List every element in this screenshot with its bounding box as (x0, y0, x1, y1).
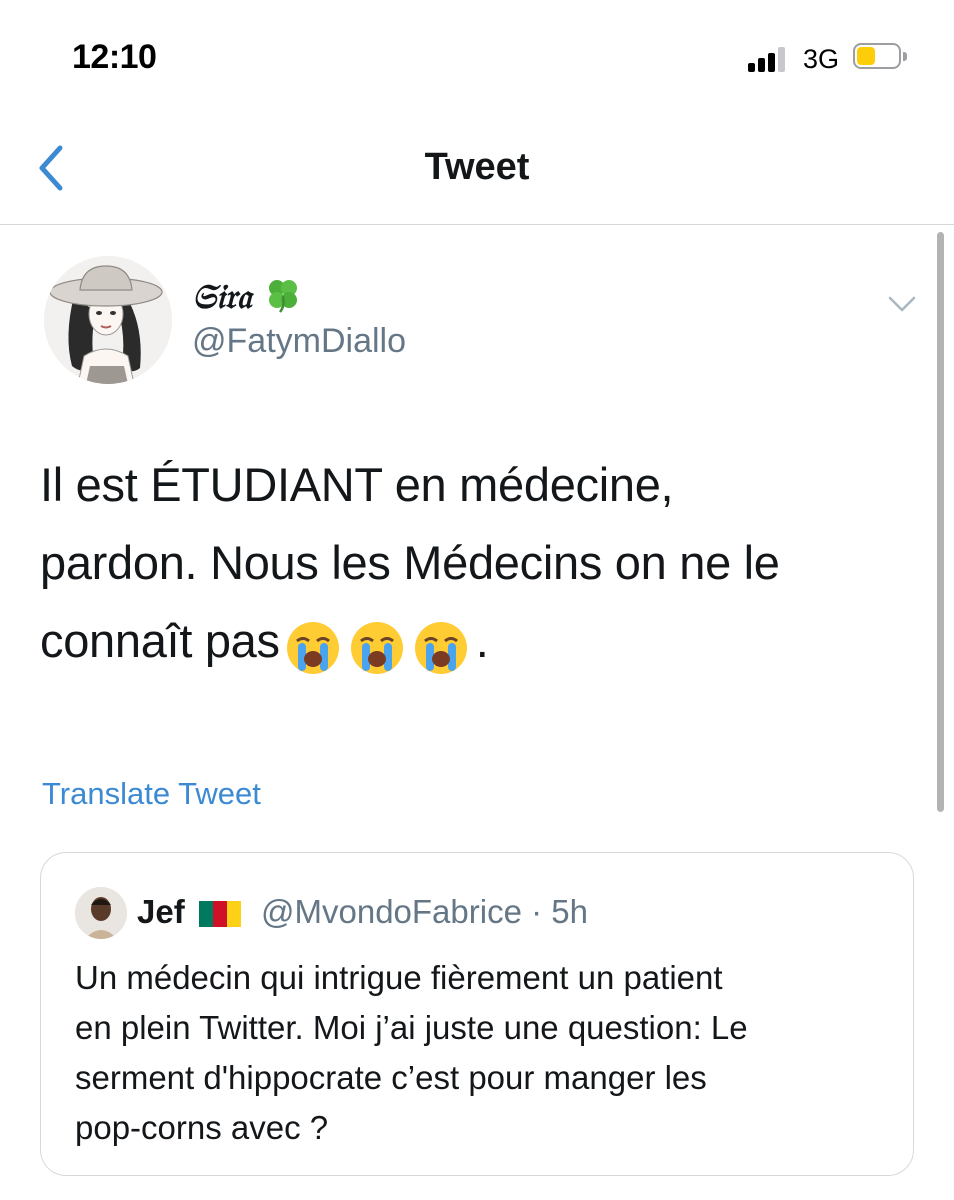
tweet-menu-button[interactable] (884, 288, 920, 318)
quoted-tweet-text: Un médecin qui intrigue fièrement un pat… (75, 953, 885, 1153)
translate-tweet-link[interactable]: Translate Tweet (42, 776, 261, 812)
four-leaf-clover-icon (269, 280, 298, 313)
tweet-text-line-last: connaît pas. (40, 602, 920, 684)
cellular-signal-icon (748, 46, 794, 72)
status-time: 12:10 (72, 38, 157, 76)
emoji-group (284, 606, 476, 684)
avatar-photo (75, 887, 127, 939)
quoted-text-line: en plein Twitter. Moi j’ai juste une que… (75, 1009, 748, 1046)
scrollbar[interactable] (937, 232, 944, 812)
battery-icon (853, 43, 908, 73)
quoted-text-line: serment d'hippocrate c’est pour manger l… (75, 1059, 707, 1096)
tweet-text-line: Il est ÉTUDIANT en médecine, (40, 458, 674, 511)
author-handle[interactable]: @FatymDiallo (192, 322, 406, 361)
tweet-text: Il est ÉTUDIANT en médecine, pardon. Nou… (40, 446, 920, 684)
avatar-illustration (44, 256, 172, 384)
network-type: 3G (803, 44, 840, 74)
nav-divider (0, 224, 954, 225)
quoted-text-line: Un médecin qui intrigue fièrement un pat… (75, 959, 723, 996)
quoted-tweet-card[interactable]: Jef @MvondoFabrice · 5h Un médecin qui i… (40, 852, 914, 1176)
loudly-crying-face-icon (286, 622, 339, 675)
tweet-text-line: pardon. Nous les Médecins on ne le (40, 536, 780, 589)
tweet-text-end: . (475, 614, 489, 667)
quoted-author-avatar[interactable] (75, 887, 127, 939)
loudly-crying-face-icon (350, 622, 403, 675)
quoted-author-name[interactable]: Jef (137, 893, 185, 931)
page-title: Tweet (424, 146, 530, 188)
author-avatar[interactable] (44, 256, 172, 384)
quoted-tweet-meta: @MvondoFabrice · 5h (261, 893, 588, 930)
chevron-down-icon (888, 296, 916, 312)
tweet-text-line: connaît pas (40, 614, 280, 667)
author-name-text: 𝔖𝔦𝔯𝔞 (192, 277, 252, 317)
cameroon-flag-icon (199, 901, 241, 927)
quoted-text-line: pop-corns avec ? (75, 1109, 329, 1146)
loudly-crying-face-icon (414, 622, 467, 675)
author-display-name[interactable]: 𝔖𝔦𝔯𝔞 (192, 274, 303, 317)
